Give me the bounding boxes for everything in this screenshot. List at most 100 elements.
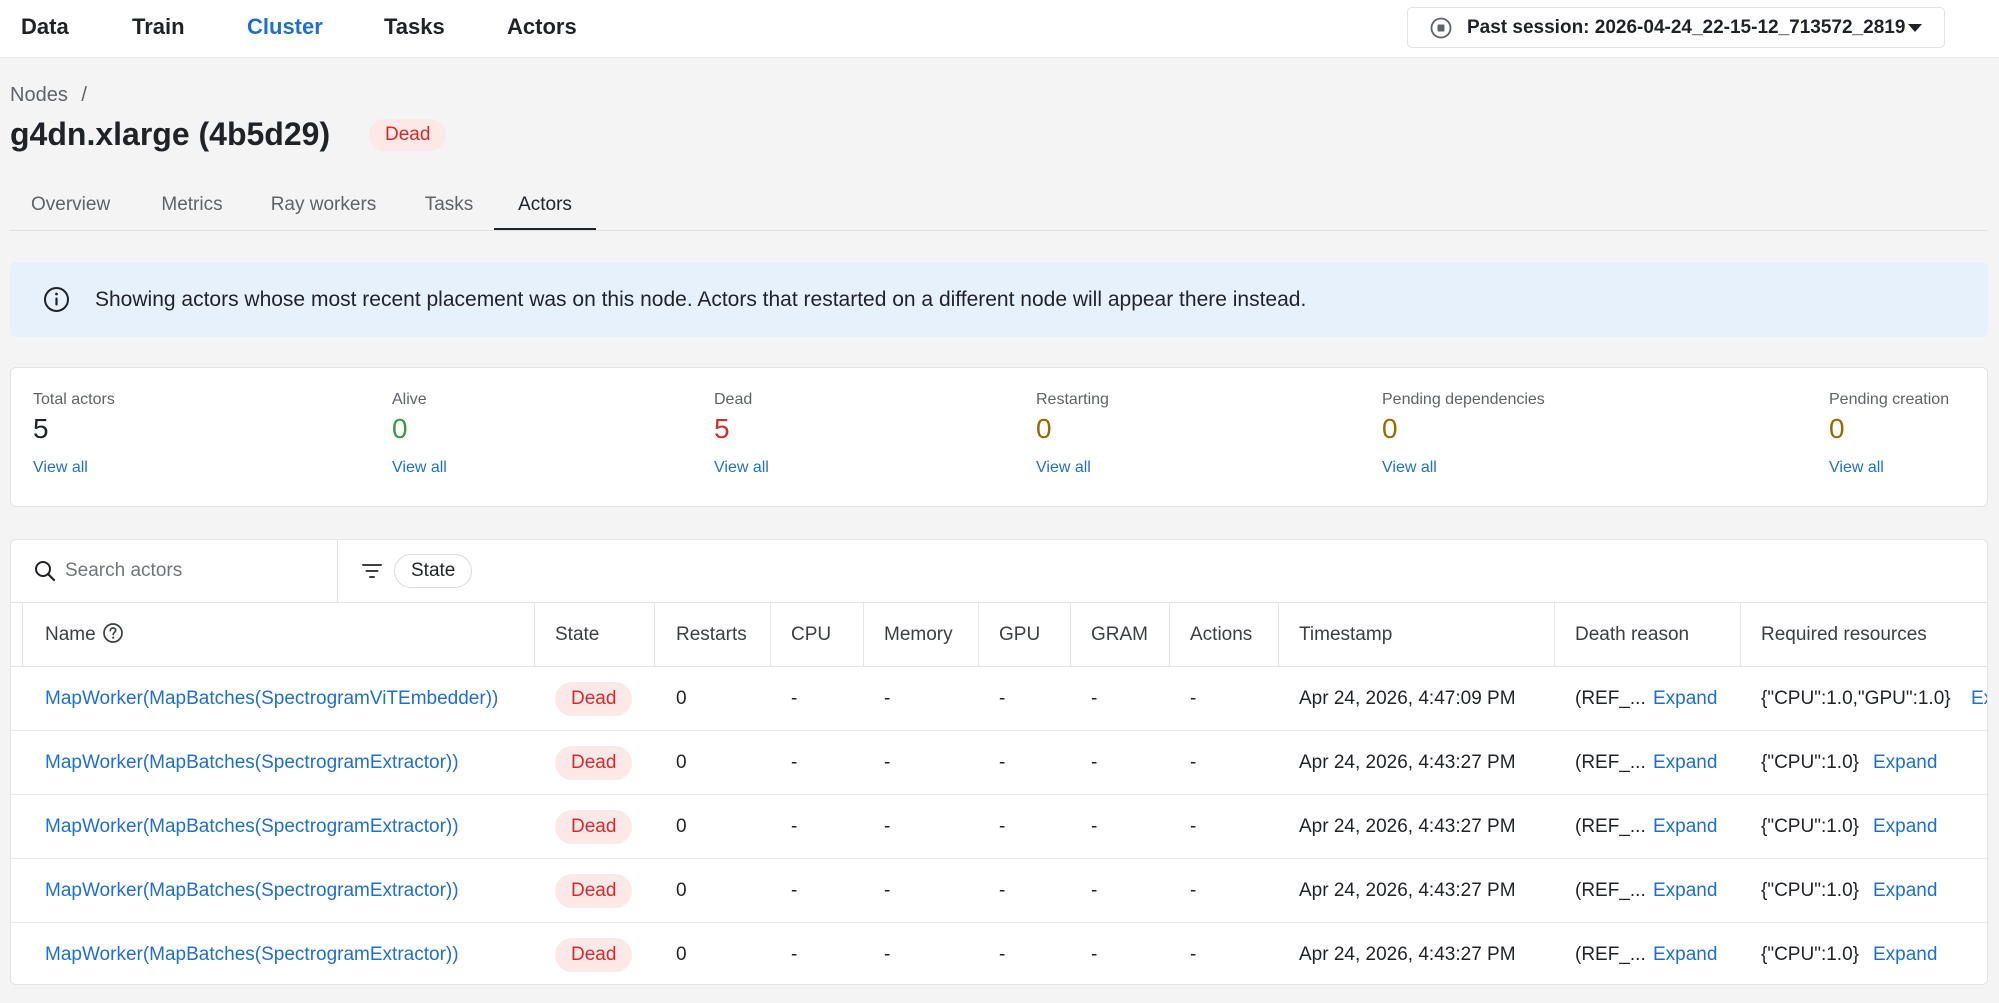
column-divider bbox=[22, 603, 23, 667]
info-banner-text: Showing actors whose most recent placeme… bbox=[95, 288, 1307, 311]
death-reason-cell: (REF_... bbox=[1575, 816, 1646, 837]
filter-icon[interactable] bbox=[361, 560, 383, 582]
gpu-cell: - bbox=[999, 816, 1006, 837]
tab-actors[interactable]: Actors bbox=[494, 185, 596, 230]
death-reason-expand-link[interactable]: Expand bbox=[1653, 731, 1717, 794]
table-row: MapWorker(MapBatches(SpectrogramViTEmbed… bbox=[11, 667, 1987, 731]
column-header-required-resources[interactable]: Required resources bbox=[1761, 603, 1927, 666]
column-divider bbox=[1278, 603, 1279, 667]
tab-bar: Overview Metrics Ray workers Tasks Actor… bbox=[10, 185, 1988, 231]
resources-expand-link[interactable]: Expand bbox=[1971, 667, 1987, 730]
death-reason-expand-link[interactable]: Expand bbox=[1653, 859, 1717, 922]
table-row: MapWorker(MapBatches(SpectrogramExtracto… bbox=[11, 923, 1987, 984]
breadcrumb-nodes-link[interactable]: Nodes bbox=[10, 84, 68, 106]
nav-item-cluster[interactable]: Cluster bbox=[247, 0, 323, 56]
view-all-link[interactable]: View all bbox=[392, 459, 447, 477]
column-header-actions[interactable]: Actions bbox=[1190, 603, 1252, 666]
death-reason-expand-link[interactable]: Expand bbox=[1653, 667, 1717, 730]
column-header-state[interactable]: State bbox=[555, 603, 599, 666]
view-all-link[interactable]: View all bbox=[1036, 459, 1091, 477]
column-header-death-reason[interactable]: Death reason bbox=[1575, 603, 1689, 666]
stat-label: Restarting bbox=[1036, 391, 1109, 408]
stat-label: Alive bbox=[392, 391, 427, 408]
memory-cell: - bbox=[884, 880, 891, 901]
tab-tasks[interactable]: Tasks bbox=[421, 185, 477, 230]
view-all-link[interactable]: View all bbox=[33, 459, 88, 477]
nav-item-data[interactable]: Data bbox=[21, 0, 69, 56]
actor-stats-card: Total actors 5 View all Alive 0 View all… bbox=[10, 367, 1988, 507]
stat-value: 0 bbox=[1382, 413, 1398, 444]
actor-name-link[interactable]: MapWorker(MapBatches(SpectrogramExtracto… bbox=[45, 923, 459, 984]
actor-name-link[interactable]: MapWorker(MapBatches(SpectrogramExtracto… bbox=[45, 859, 459, 922]
column-header-restarts[interactable]: Restarts bbox=[676, 603, 747, 666]
search-input[interactable] bbox=[65, 554, 325, 588]
actor-name-link[interactable]: MapWorker(MapBatches(SpectrogramViTEmbed… bbox=[45, 667, 498, 730]
breadcrumb: Nodes / bbox=[10, 84, 87, 107]
gpu-cell: - bbox=[999, 880, 1006, 901]
view-all-link[interactable]: View all bbox=[1829, 459, 1884, 477]
tab-ray-workers[interactable]: Ray workers bbox=[267, 185, 380, 230]
nav-item-tasks[interactable]: Tasks bbox=[384, 0, 445, 56]
nav-item-train[interactable]: Train bbox=[132, 0, 185, 56]
gram-cell: - bbox=[1091, 880, 1098, 901]
view-all-link[interactable]: View all bbox=[1382, 459, 1437, 477]
stat-label: Pending creation bbox=[1829, 391, 1950, 408]
restarts-cell: 0 bbox=[676, 880, 687, 901]
column-divider bbox=[1169, 603, 1170, 667]
stat-label: Dead bbox=[714, 391, 753, 408]
timestamp-cell: Apr 24, 2026, 4:43:27 PM bbox=[1299, 880, 1516, 901]
column-divider bbox=[770, 603, 771, 667]
search-icon bbox=[35, 561, 56, 582]
cpu-cell: - bbox=[791, 688, 798, 709]
actions-cell: - bbox=[1190, 944, 1197, 965]
column-divider bbox=[534, 603, 535, 667]
gram-cell: - bbox=[1091, 816, 1098, 837]
column-header-memory[interactable]: Memory bbox=[884, 603, 953, 666]
stop-circle-icon bbox=[1430, 17, 1452, 39]
required-resources-cell: {"CPU":1.0} bbox=[1761, 816, 1859, 837]
resources-expand-link[interactable]: Expand bbox=[1873, 859, 1937, 922]
session-label: Past session: 2026-04-24_22-15-12_713572… bbox=[1467, 17, 1906, 38]
actor-name-link[interactable]: MapWorker(MapBatches(SpectrogramExtracto… bbox=[45, 731, 459, 794]
session-selector[interactable]: Past session: 2026-04-24_22-15-12_713572… bbox=[1407, 7, 1945, 48]
tab-overview[interactable]: Overview bbox=[31, 185, 110, 230]
column-header-name[interactable]: Name bbox=[45, 603, 124, 666]
nav-item-actors[interactable]: Actors bbox=[507, 0, 577, 56]
resources-expand-link[interactable]: Expand bbox=[1873, 731, 1937, 794]
stat-label: Pending dependencies bbox=[1382, 391, 1545, 408]
stat-value: 0 bbox=[1829, 413, 1845, 444]
timestamp-cell: Apr 24, 2026, 4:47:09 PM bbox=[1299, 688, 1516, 709]
memory-cell: - bbox=[884, 688, 891, 709]
restarts-cell: 0 bbox=[676, 688, 687, 709]
stat-value: 0 bbox=[1036, 413, 1052, 444]
required-resources-cell: {"CPU":1.0} bbox=[1761, 880, 1859, 901]
view-all-link[interactable]: View all bbox=[714, 459, 769, 477]
cpu-cell: - bbox=[791, 880, 798, 901]
death-reason-expand-link[interactable]: Expand bbox=[1653, 923, 1717, 984]
breadcrumb-separator: / bbox=[81, 84, 87, 106]
cpu-cell: - bbox=[791, 944, 798, 965]
death-reason-cell: (REF_... bbox=[1575, 688, 1646, 709]
column-divider bbox=[654, 603, 655, 667]
state-badge: Dead bbox=[555, 682, 633, 716]
column-divider bbox=[1554, 603, 1555, 667]
column-header-gpu[interactable]: GPU bbox=[999, 603, 1040, 666]
column-divider bbox=[978, 603, 979, 667]
stat-label: Total actors bbox=[33, 391, 115, 408]
column-header-timestamp[interactable]: Timestamp bbox=[1299, 603, 1392, 666]
help-icon[interactable] bbox=[102, 622, 124, 644]
column-header-cpu[interactable]: CPU bbox=[791, 603, 831, 666]
table-toolbar: State bbox=[11, 540, 1987, 603]
resources-expand-link[interactable]: Expand bbox=[1873, 795, 1937, 858]
state-filter-chip[interactable]: State bbox=[394, 554, 473, 588]
actions-cell: - bbox=[1190, 816, 1197, 837]
death-reason-expand-link[interactable]: Expand bbox=[1653, 795, 1717, 858]
restarts-cell: 0 bbox=[676, 944, 687, 965]
column-header-gram[interactable]: GRAM bbox=[1091, 603, 1148, 666]
actor-name-link[interactable]: MapWorker(MapBatches(SpectrogramExtracto… bbox=[45, 795, 459, 858]
timestamp-cell: Apr 24, 2026, 4:43:27 PM bbox=[1299, 752, 1516, 773]
tab-metrics[interactable]: Metrics bbox=[157, 185, 227, 230]
resources-expand-link[interactable]: Expand bbox=[1873, 923, 1937, 984]
gram-cell: - bbox=[1091, 944, 1098, 965]
death-reason-cell: (REF_... bbox=[1575, 880, 1646, 901]
